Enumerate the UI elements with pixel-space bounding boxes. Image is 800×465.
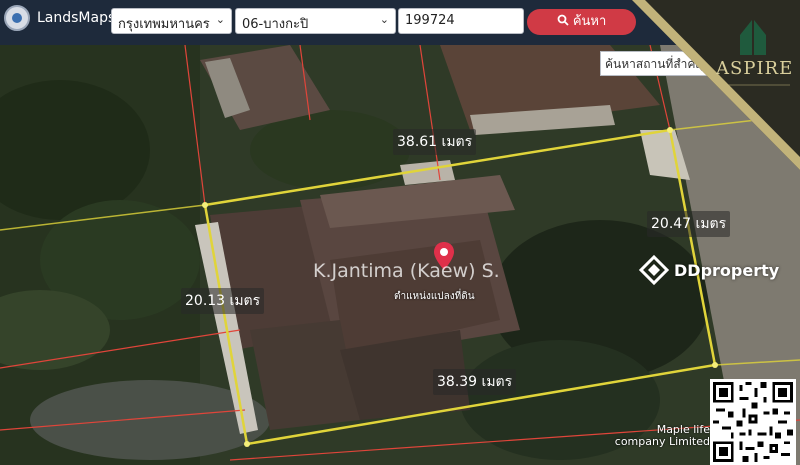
qr-code xyxy=(710,379,796,465)
app-brand: LandsMaps xyxy=(37,10,116,26)
ddproperty-text: DDproperty xyxy=(674,261,780,280)
search-button[interactable]: ค้นหา xyxy=(527,9,636,35)
agent-watermark: K.Jantima (Kaew) S. xyxy=(313,260,500,282)
place-search-placeholder: ค้นหาสถานที่สำคัญ xyxy=(605,57,706,71)
district-value: 06-บางกะปิ xyxy=(242,17,309,32)
place-search-input[interactable]: ค้นหาสถานที่สำคัญ xyxy=(600,51,720,76)
ddproperty-icon xyxy=(638,254,670,286)
aspire-logo-text: ASPIRE xyxy=(716,58,794,79)
search-button-label: ค้นหา xyxy=(572,14,607,29)
parcel-side-bottom-length: 38.39 เมตร xyxy=(433,369,517,395)
parcel-side-left-length: 20.13 เมตร xyxy=(181,288,265,314)
parcel-number-input[interactable]: 199724 xyxy=(398,8,524,34)
parcel-number-value: 199724 xyxy=(405,13,455,28)
map-credit: Maple life company Limited xyxy=(610,424,710,448)
credit-line-2: company Limited xyxy=(614,435,710,448)
landsmaps-logo-icon[interactable] xyxy=(4,5,30,31)
parcel-side-top-length: 38.61 เมตร xyxy=(393,129,477,155)
parcel-marker-label: ตำแหน่งแปลงที่ดิน xyxy=(394,291,475,302)
parcel-side-right-length: 20.47 เมตร xyxy=(647,211,731,237)
district-select[interactable]: 06-บางกะปิ ⌄ xyxy=(235,8,396,34)
province-value: กรุงเทพมหานคร xyxy=(118,17,210,32)
search-icon xyxy=(557,14,569,26)
chevron-down-icon: ⌄ xyxy=(379,13,389,26)
chevron-down-icon: ⌄ xyxy=(215,13,225,26)
province-select[interactable]: กรุงเทพมหานคร ⌄ xyxy=(111,8,232,34)
app-header: LandsMaps กรุงเทพมหานคร ⌄ 06-บางกะปิ ⌄ 1… xyxy=(0,0,800,45)
